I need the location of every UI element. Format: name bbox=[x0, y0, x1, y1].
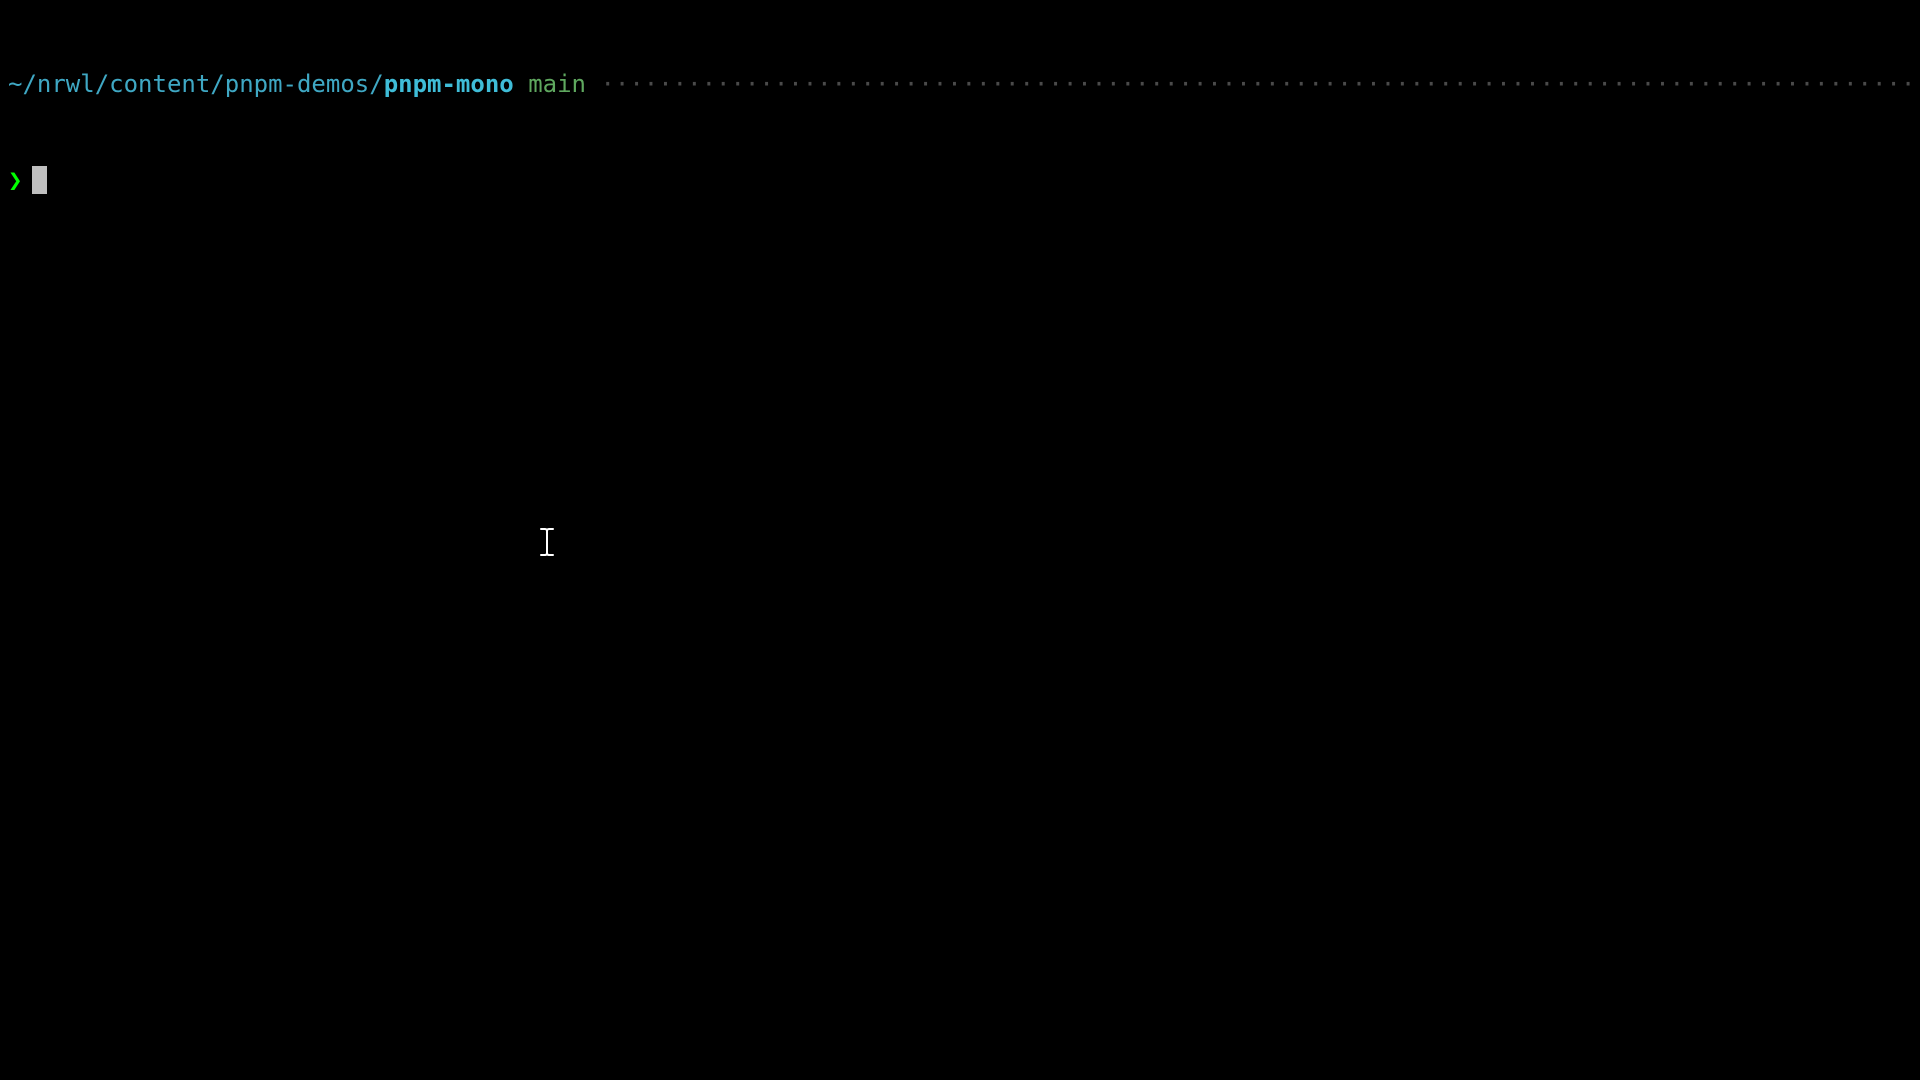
prompt-input-line[interactable]: ❯ bbox=[8, 164, 1912, 196]
space bbox=[514, 68, 528, 100]
prompt-filler-dots: ········································… bbox=[600, 68, 1912, 100]
terminal-cursor bbox=[32, 166, 47, 194]
prompt-symbol: ❯ bbox=[8, 164, 22, 196]
terminal-window[interactable]: ~/nrwl/content/pnpm-demos/pnpm-mono main… bbox=[0, 0, 1920, 232]
git-branch: main bbox=[528, 68, 586, 100]
path-current: pnpm-mono bbox=[384, 68, 514, 100]
text-cursor-icon bbox=[539, 528, 555, 556]
prompt-path-line: ~/nrwl/content/pnpm-demos/pnpm-mono main… bbox=[8, 68, 1912, 100]
path-parent: ~/nrwl/content/pnpm-demos/ bbox=[8, 68, 384, 100]
space bbox=[586, 68, 600, 100]
